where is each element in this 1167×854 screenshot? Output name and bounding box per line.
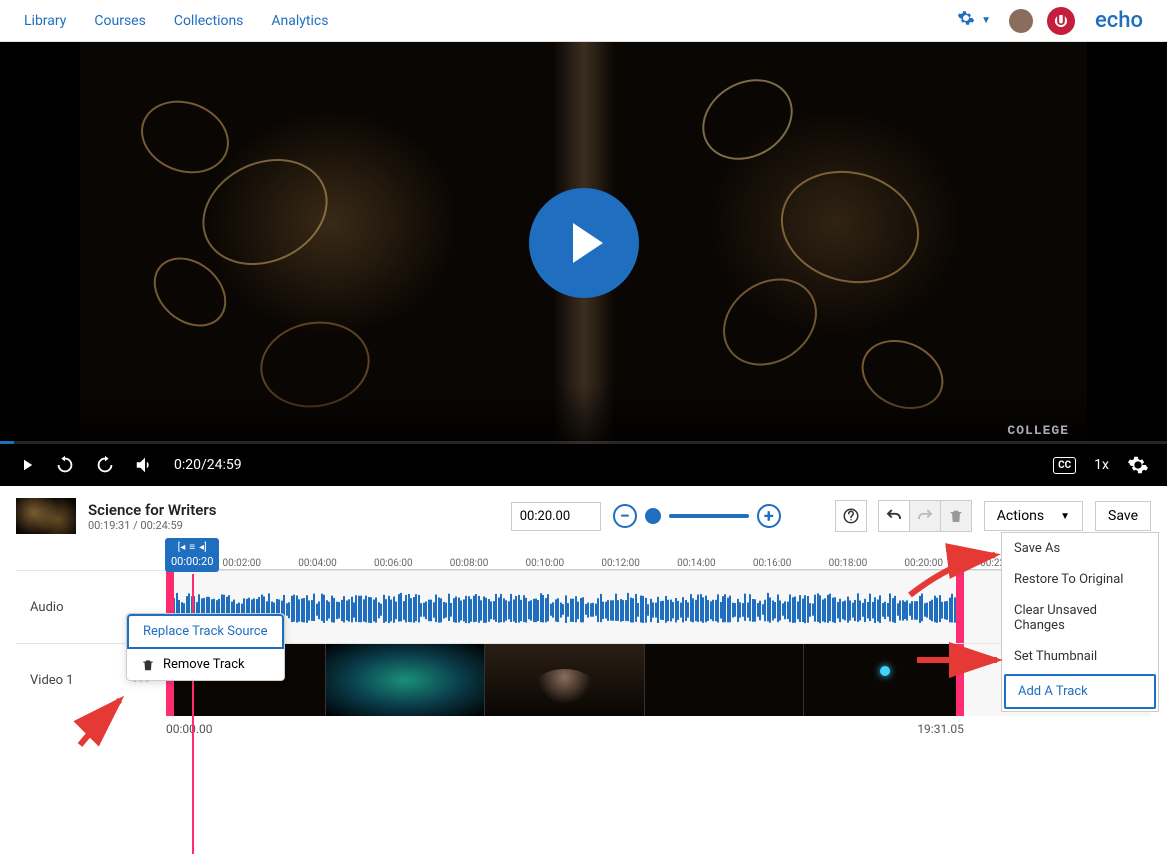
video-thumbnail [16, 498, 76, 534]
actions-dropdown[interactable]: Actions▼ [984, 501, 1083, 531]
zoom-slider-thumb[interactable] [645, 508, 661, 524]
bracket-left-icon: [◂ [178, 542, 186, 553]
timeline-start: 00:00.00 [166, 722, 213, 736]
playhead[interactable]: [◂≡ ◂] 00:00:20 [165, 538, 219, 572]
forward-icon[interactable] [94, 454, 116, 476]
redo-button [909, 500, 941, 532]
user-avatar[interactable] [1009, 9, 1033, 33]
zoom-control: − + [613, 504, 781, 528]
player-controls: 0:20/24:59 CC 1x [0, 444, 1167, 486]
brand-logo: echo [1095, 8, 1143, 33]
video-frame[interactable]: COLLEGE [80, 42, 1087, 444]
timeline-footer: 00:00.00 19:31.05 [166, 716, 1151, 736]
menu-clear[interactable]: Clear Unsaved Changes [1002, 595, 1158, 641]
video-clip[interactable] [326, 644, 486, 716]
top-nav: Library Courses Collections Analytics ▼ … [0, 0, 1167, 42]
play-icon[interactable] [18, 456, 36, 474]
delete-button [940, 500, 972, 532]
video-watermark: COLLEGE [1007, 423, 1069, 438]
zoom-in-button[interactable]: + [757, 504, 781, 528]
cc-button[interactable]: CC [1053, 457, 1076, 474]
video-player: COLLEGE 0:20/24:59 CC 1x [0, 42, 1167, 486]
volume-icon[interactable] [134, 454, 156, 476]
menu-remove-track[interactable]: Remove Track [127, 649, 284, 680]
institution-crest[interactable] [1047, 7, 1075, 35]
nav-analytics[interactable]: Analytics [271, 13, 328, 29]
bracket-right-icon: ◂] [199, 542, 207, 553]
annotation-arrow [75, 695, 135, 754]
zoom-out-button[interactable]: − [613, 504, 637, 528]
media-duration: 00:19:31 / 00:24:59 [88, 519, 216, 532]
video-track-label: Video 1 [30, 673, 74, 688]
video-clip[interactable] [645, 644, 805, 716]
help-button[interactable] [835, 500, 867, 532]
save-button[interactable]: Save [1095, 501, 1151, 531]
play-button[interactable] [529, 188, 639, 298]
time-display: 0:20/24:59 [174, 457, 242, 473]
menu-restore[interactable]: Restore To Original [1002, 564, 1158, 595]
annotation-arrow [915, 648, 1005, 676]
media-title: Science for Writers [88, 501, 216, 519]
annotation-arrow [905, 550, 1005, 604]
track-context-menu: Replace Track Source Remove Track [126, 613, 285, 681]
player-settings-icon[interactable] [1127, 454, 1149, 476]
nav-collections[interactable]: Collections [174, 13, 244, 29]
menu-replace-source[interactable]: Replace Track Source [127, 614, 284, 649]
menu-thumbnail[interactable]: Set Thumbnail [1002, 641, 1158, 672]
editor-toolbar: Science for Writers 00:19:31 / 00:24:59 … [0, 486, 1167, 546]
actions-menu: Save As Restore To Original Clear Unsave… [1001, 532, 1159, 712]
rewind-icon[interactable] [54, 454, 76, 476]
settings-caret-icon[interactable]: ▼ [981, 15, 991, 26]
nav-library[interactable]: Library [24, 13, 66, 29]
trash-icon [141, 658, 155, 672]
timecode-input[interactable] [511, 502, 601, 531]
gear-icon[interactable] [957, 9, 975, 32]
speed-button[interactable]: 1x [1094, 457, 1109, 473]
playhead-time: 00:00:20 [171, 555, 213, 568]
caret-down-icon: ▼ [1060, 511, 1070, 522]
menu-save-as[interactable]: Save As [1002, 533, 1158, 564]
timeline-end: 19:31.05 [917, 722, 964, 736]
undo-button[interactable] [878, 500, 910, 532]
audio-track-label: Audio [30, 600, 63, 615]
nav-courses[interactable]: Courses [94, 13, 145, 29]
video-clip[interactable] [485, 644, 645, 716]
menu-icon: ≡ [189, 542, 195, 553]
menu-add-track[interactable]: Add A Track [1004, 674, 1156, 709]
zoom-slider-track[interactable] [669, 514, 749, 518]
